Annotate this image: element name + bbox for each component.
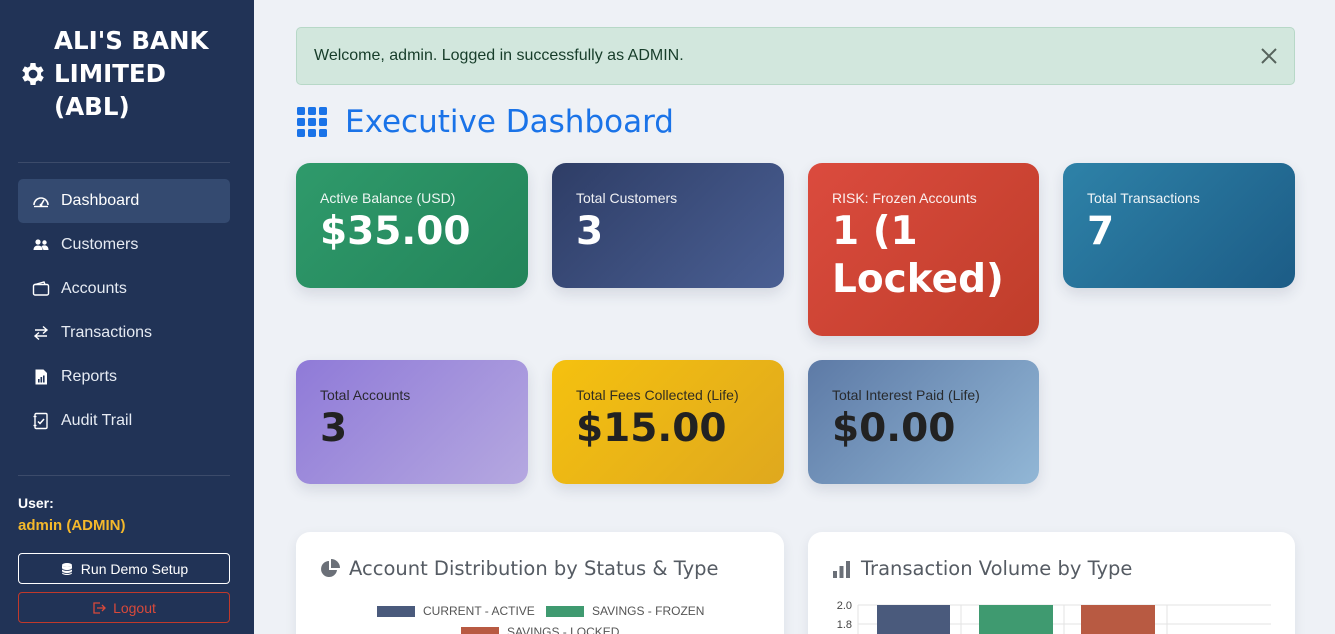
legend-swatch xyxy=(546,605,584,617)
welcome-alert: Welcome, admin. Logged in successfully a… xyxy=(296,27,1295,85)
card-value: 3 xyxy=(576,209,604,254)
sidebar-nav: Dashboard Customers Accounts Transaction… xyxy=(18,179,230,443)
page-title: Executive Dashboard xyxy=(297,104,674,140)
card-label: Active Balance (USD) xyxy=(320,190,456,206)
alert-message: Welcome, admin. Logged in successfully a… xyxy=(314,47,684,64)
logout-button[interactable]: Logout xyxy=(18,592,230,623)
report-icon xyxy=(32,368,50,386)
card-label: RISK: Frozen Accounts xyxy=(832,190,977,206)
card-value: $15.00 xyxy=(576,406,727,451)
arrows-exchange-icon xyxy=(32,324,50,342)
run-demo-setup-label: Run Demo Setup xyxy=(80,560,189,577)
close-icon[interactable] xyxy=(1259,46,1279,66)
legend-item[interactable]: SAVINGS - FROZEN xyxy=(546,604,704,618)
total-interest-card: Total Interest Paid (Life) $0.00 xyxy=(808,360,1039,484)
sidebar-divider xyxy=(18,475,230,476)
card-label: Total Interest Paid (Life) xyxy=(832,387,980,403)
card-value: 1 (1 Locked) xyxy=(832,209,1004,302)
sidebar-item-label: Reports xyxy=(61,368,118,385)
active-balance-card: Active Balance (USD) $35.00 xyxy=(296,163,528,288)
y-tick-label: 2.0 xyxy=(837,600,852,612)
sidebar-divider xyxy=(18,162,230,163)
grid-icon xyxy=(297,107,327,137)
page-title-text: Executive Dashboard xyxy=(345,104,674,140)
card-label: Total Transactions xyxy=(1087,190,1200,206)
frozen-accounts-card: RISK: Frozen Accounts 1 (1 Locked) xyxy=(808,163,1039,336)
legend-swatch xyxy=(461,626,499,634)
bar[interactable] xyxy=(1081,605,1155,634)
card-label: Total Accounts xyxy=(320,387,411,403)
card-label: Total Customers xyxy=(576,190,678,206)
sidebar-item-label: Dashboard xyxy=(61,192,140,209)
database-icon xyxy=(60,562,74,576)
checklist-icon xyxy=(32,412,50,430)
volume-chart: 2.0 1.8 xyxy=(837,600,1271,634)
sidebar-item-label: Transactions xyxy=(61,324,152,341)
panel-title: Account Distribution by Status & Type xyxy=(320,557,719,580)
wallet-icon xyxy=(32,280,50,298)
total-fees-card: Total Fees Collected (Life) $15.00 xyxy=(552,360,784,484)
logout-label: Logout xyxy=(113,599,156,616)
sidebar: ALI'S BANK LIMITED (ABL) Dashboard Custo… xyxy=(0,0,254,634)
card-value: $0.00 xyxy=(832,406,956,451)
sidebar-item-dashboard[interactable]: Dashboard xyxy=(18,179,230,223)
bar[interactable] xyxy=(979,605,1053,634)
sidebar-item-reports[interactable]: Reports xyxy=(18,355,230,399)
legend-label: SAVINGS - LOCKED xyxy=(507,625,620,634)
panel-title-text: Account Distribution by Status & Type xyxy=(349,557,719,580)
bar[interactable] xyxy=(877,605,950,634)
user-name: admin (ADMIN) xyxy=(18,517,126,534)
sidebar-item-label: Customers xyxy=(61,236,139,253)
legend-swatch xyxy=(377,605,415,617)
card-value: 3 xyxy=(320,406,348,451)
sidebar-item-label: Accounts xyxy=(61,280,127,297)
account-distribution-panel: Account Distribution by Status & Type CU… xyxy=(296,532,784,634)
total-customers-card: Total Customers 3 xyxy=(552,163,784,288)
legend-label: SAVINGS - FROZEN xyxy=(592,604,705,618)
users-icon xyxy=(32,236,50,254)
total-transactions-card: Total Transactions 7 xyxy=(1063,163,1295,288)
brand-title: ALI'S BANK LIMITED (ABL) xyxy=(54,26,209,121)
logout-icon xyxy=(92,601,106,615)
brand: ALI'S BANK LIMITED (ABL) xyxy=(18,24,224,123)
sidebar-item-audit-trail[interactable]: Audit Trail xyxy=(18,399,230,443)
card-value: $35.00 xyxy=(320,209,471,254)
transaction-volume-panel: Transaction Volume by Type 2.0 1.8 xyxy=(808,532,1295,634)
dashboard-icon xyxy=(32,192,50,210)
legend-item[interactable]: CURRENT - ACTIVE xyxy=(377,604,535,618)
sidebar-item-customers[interactable]: Customers xyxy=(18,223,230,267)
sidebar-item-transactions[interactable]: Transactions xyxy=(18,311,230,355)
gear-icon xyxy=(22,62,44,85)
card-value: 7 xyxy=(1087,209,1115,254)
user-label: User: xyxy=(18,495,54,511)
legend-item[interactable]: SAVINGS - LOCKED xyxy=(461,625,619,634)
user-info: User: admin (ADMIN) xyxy=(18,495,126,534)
total-accounts-card: Total Accounts 3 xyxy=(296,360,528,484)
run-demo-setup-button[interactable]: Run Demo Setup xyxy=(18,553,230,584)
y-tick-label: 1.8 xyxy=(837,619,852,631)
sidebar-item-accounts[interactable]: Accounts xyxy=(18,267,230,311)
pie-chart-icon xyxy=(321,558,340,577)
sidebar-item-label: Audit Trail xyxy=(61,412,133,429)
legend-label: CURRENT - ACTIVE xyxy=(423,604,535,618)
card-label: Total Fees Collected (Life) xyxy=(576,387,739,403)
